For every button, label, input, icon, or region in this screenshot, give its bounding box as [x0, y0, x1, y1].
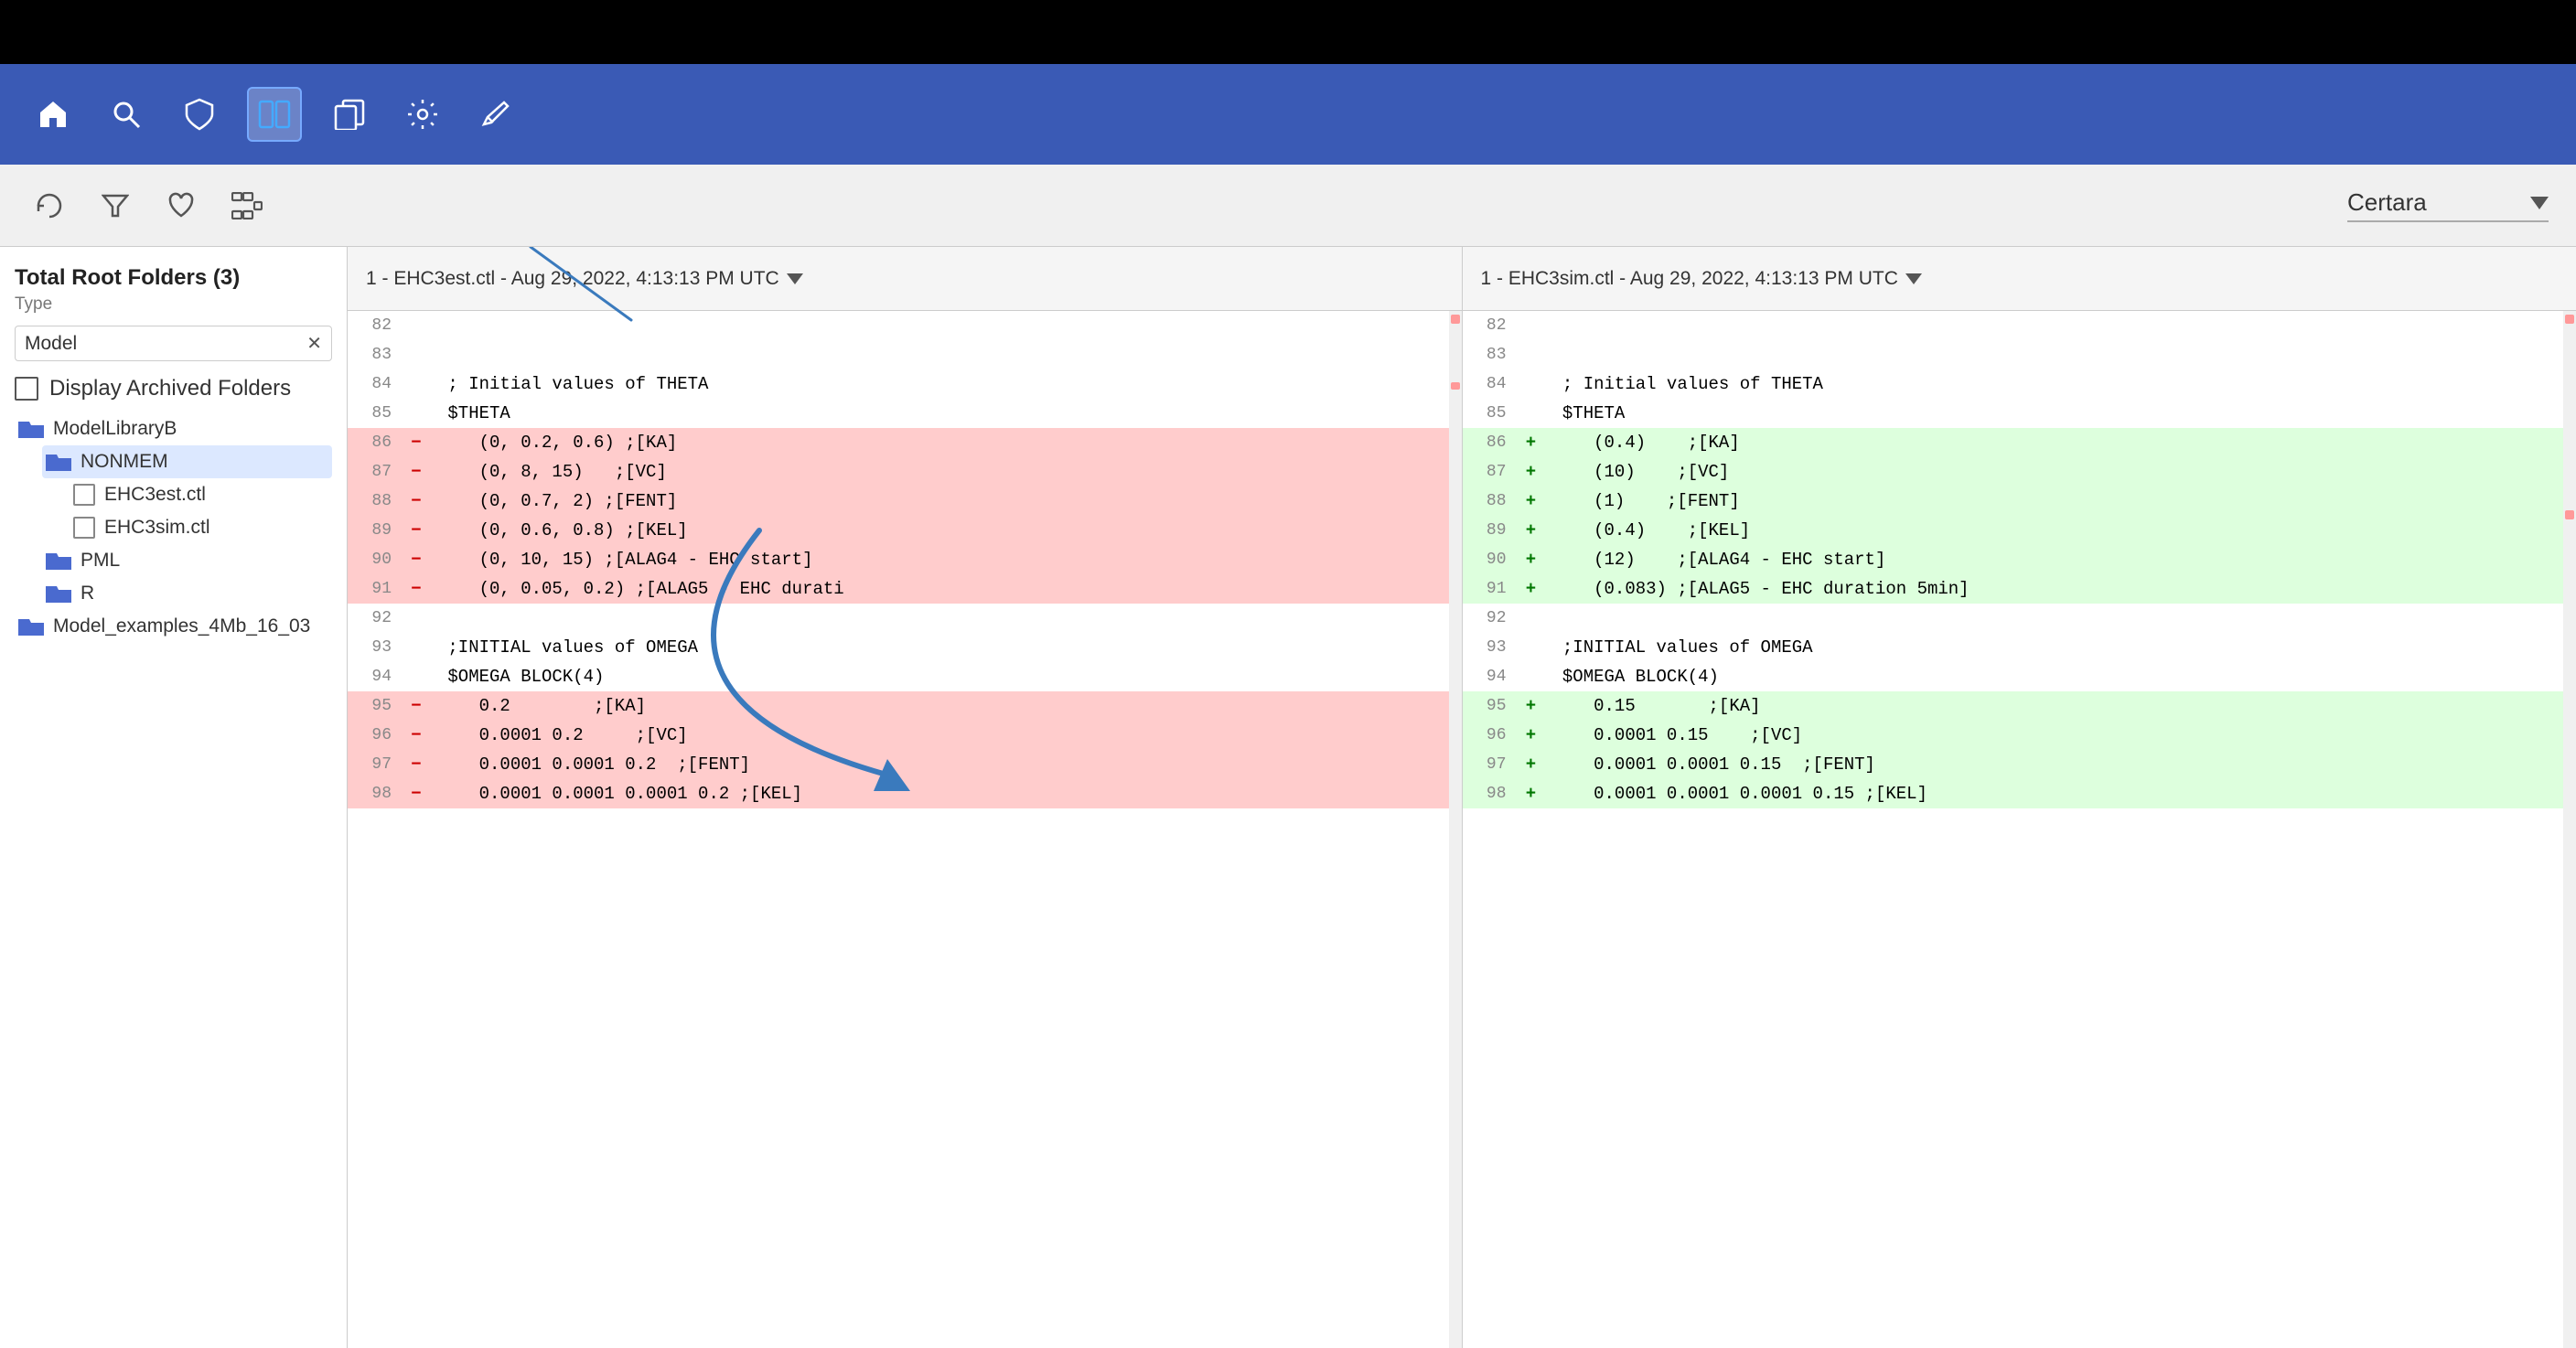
diff-line-96-right: 96 + 0.0001 0.15 ;[VC]	[1463, 721, 2576, 750]
tree-item-modelexamples[interactable]: Model_examples_4Mb_16_03	[15, 610, 332, 643]
diff-line-90-right: 90 + (12) ;[ALAG4 - EHC start]	[1463, 545, 2576, 574]
diff-line-96-left: 96 − 0.0001 0.2 ;[VC]	[348, 721, 1462, 750]
diff-line-85-left: 85 $THETA	[348, 399, 1462, 428]
diff-line-83-left: 83	[348, 340, 1462, 369]
main-area: Total Root Folders (3) Type ✕ Display Ar…	[0, 247, 2576, 1348]
diff-header-left[interactable]: 1 - EHC3est.ctl - Aug 29, 2022, 4:13:13 …	[348, 247, 1463, 310]
tree-label-pml: PML	[80, 550, 120, 572]
diff-line-89-left: 89 − (0, 0.6, 0.8) ;[KEL]	[348, 516, 1462, 545]
archived-label: Display Archived Folders	[49, 376, 291, 401]
hierarchy-icon[interactable]	[225, 184, 269, 228]
diff-line-82-right: 82	[1463, 311, 2576, 340]
diff-line-91-right: 91 + (0.083) ;[ALAG5 - EHC duration 5min…	[1463, 574, 2576, 604]
diff-line-86-left: 86 − (0, 0.2, 0.6) ;[KA]	[348, 428, 1462, 457]
diff-pane-right[interactable]: 82 83 84 ; Initial values of THETA 85	[1463, 311, 2576, 1348]
home-icon[interactable]	[27, 89, 79, 140]
diff-line-87-right: 87 + (10) ;[VC]	[1463, 457, 2576, 487]
diff-header-left-label: 1 - EHC3est.ctl - Aug 29, 2022, 4:13:13 …	[366, 268, 779, 290]
filter-icon[interactable]	[93, 184, 137, 228]
tree-label-modelexamples: Model_examples_4Mb_16_03	[53, 615, 310, 637]
archived-row: Display Archived Folders	[15, 376, 332, 401]
diff-line-89-right: 89 + (0.4) ;[KEL]	[1463, 516, 2576, 545]
tree-label-ehc3sim: EHC3sim.ctl	[104, 517, 210, 539]
diff-area: 1 - EHC3est.ctl - Aug 29, 2022, 4:13:13 …	[348, 247, 2576, 1348]
tree-item-pml[interactable]: PML	[42, 544, 332, 577]
diff-header-right[interactable]: 1 - EHC3sim.ctl - Aug 29, 2022, 4:13:13 …	[1463, 247, 2576, 310]
tree-label-modellibraryb: ModelLibraryB	[53, 418, 177, 440]
archived-checkbox[interactable]	[15, 377, 38, 401]
diff-header-right-label: 1 - EHC3sim.ctl - Aug 29, 2022, 4:13:13 …	[1481, 268, 1898, 290]
diff-line-92-left: 92	[348, 604, 1462, 633]
tree-item-ehc3est[interactable]: EHC3est.ctl	[70, 478, 332, 511]
diff-line-85-right: 85 $THETA	[1463, 399, 2576, 428]
diff-line-84-left: 84 ; Initial values of THETA	[348, 369, 1462, 399]
diff-headers: 1 - EHC3est.ctl - Aug 29, 2022, 4:13:13 …	[348, 247, 2576, 311]
sidebar-title: Total Root Folders (3)	[15, 265, 332, 291]
diff-pane-left[interactable]: 82 83 84 ; Initial values of THETA 85	[348, 311, 1463, 1348]
settings-icon[interactable]	[397, 89, 448, 140]
diff-line-84-right: 84 ; Initial values of THETA	[1463, 369, 2576, 399]
diff-line-93-left: 93 ;INITIAL values of OMEGA	[348, 633, 1462, 662]
file-icon-ehc3est	[73, 484, 95, 506]
certara-dropdown[interactable]: Certara	[2347, 188, 2549, 222]
diff-line-97-right: 97 + 0.0001 0.0001 0.15 ;[FENT]	[1463, 750, 2576, 779]
copy-icon[interactable]	[324, 89, 375, 140]
diff-line-86-right: 86 + (0.4) ;[KA]	[1463, 428, 2576, 457]
sidebar: Total Root Folders (3) Type ✕ Display Ar…	[0, 247, 348, 1348]
secondary-toolbar: Certara	[0, 165, 2576, 247]
tree-item-ehc3sim[interactable]: EHC3sim.ctl	[70, 511, 332, 544]
left-scrollbar-indicators	[1449, 311, 1462, 1348]
filter-clear-icon[interactable]: ✕	[306, 332, 322, 355]
sidebar-filter-input[interactable]	[25, 333, 299, 355]
diff-line-98-left: 98 − 0.0001 0.0001 0.0001 0.2 ;[KEL]	[348, 779, 1462, 808]
tree: ModelLibraryB NONMEM EHC3est.ctl EHC3sim…	[15, 412, 332, 643]
sidebar-filter-box: ✕	[15, 326, 332, 361]
search-icon[interactable]	[101, 89, 152, 140]
diff-line-83-right: 83	[1463, 340, 2576, 369]
diff-line-88-right: 88 + (1) ;[FENT]	[1463, 487, 2576, 516]
diff-line-95-right: 95 + 0.15 ;[KA]	[1463, 691, 2576, 721]
edit-icon[interactable]	[470, 89, 521, 140]
tree-label-nonmem: NONMEM	[80, 451, 168, 473]
diff-line-97-left: 97 − 0.0001 0.0001 0.2 ;[FENT]	[348, 750, 1462, 779]
tree-item-modellibraryb[interactable]: ModelLibraryB	[15, 412, 332, 445]
sidebar-type-label: Type	[15, 294, 332, 315]
diff-line-94-left: 94 $OMEGA BLOCK(4)	[348, 662, 1462, 691]
tree-label-ehc3est: EHC3est.ctl	[104, 484, 206, 506]
diff-line-90-left: 90 − (0, 10, 15) ;[ALAG4 - EHC start]	[348, 545, 1462, 574]
tree-label-r: R	[80, 583, 94, 604]
diff-line-87-left: 87 − (0, 8, 15) ;[VC]	[348, 457, 1462, 487]
diff-line-91-left: 91 − (0, 0.05, 0.2) ;[ALAG5 - EHC durati	[348, 574, 1462, 604]
top-black-bar	[0, 0, 2576, 64]
certara-label: Certara	[2347, 188, 2519, 217]
tree-item-nonmem[interactable]: NONMEM	[42, 445, 332, 478]
refresh-icon[interactable]	[27, 184, 71, 228]
diff-line-82-left: 82	[348, 311, 1462, 340]
diff-line-93-right: 93 ;INITIAL values of OMEGA	[1463, 633, 2576, 662]
diff-content: 82 83 84 ; Initial values of THETA 85	[348, 311, 2576, 1348]
file-icon-ehc3sim	[73, 517, 95, 539]
shield-icon[interactable]	[174, 89, 225, 140]
diff-line-88-left: 88 − (0, 0.7, 2) ;[FENT]	[348, 487, 1462, 516]
tree-item-r[interactable]: R	[42, 577, 332, 610]
diff-line-98-right: 98 + 0.0001 0.0001 0.0001 0.15 ;[KEL]	[1463, 779, 2576, 808]
diff-line-92-right: 92	[1463, 604, 2576, 633]
favorites-icon[interactable]	[159, 184, 203, 228]
diff-line-94-right: 94 $OMEGA BLOCK(4)	[1463, 662, 2576, 691]
right-scrollbar-indicators	[2563, 311, 2576, 1348]
diff-line-95-left: 95 − 0.2 ;[KA]	[348, 691, 1462, 721]
toolbar	[0, 64, 2576, 165]
compare-icon[interactable]	[247, 87, 302, 142]
